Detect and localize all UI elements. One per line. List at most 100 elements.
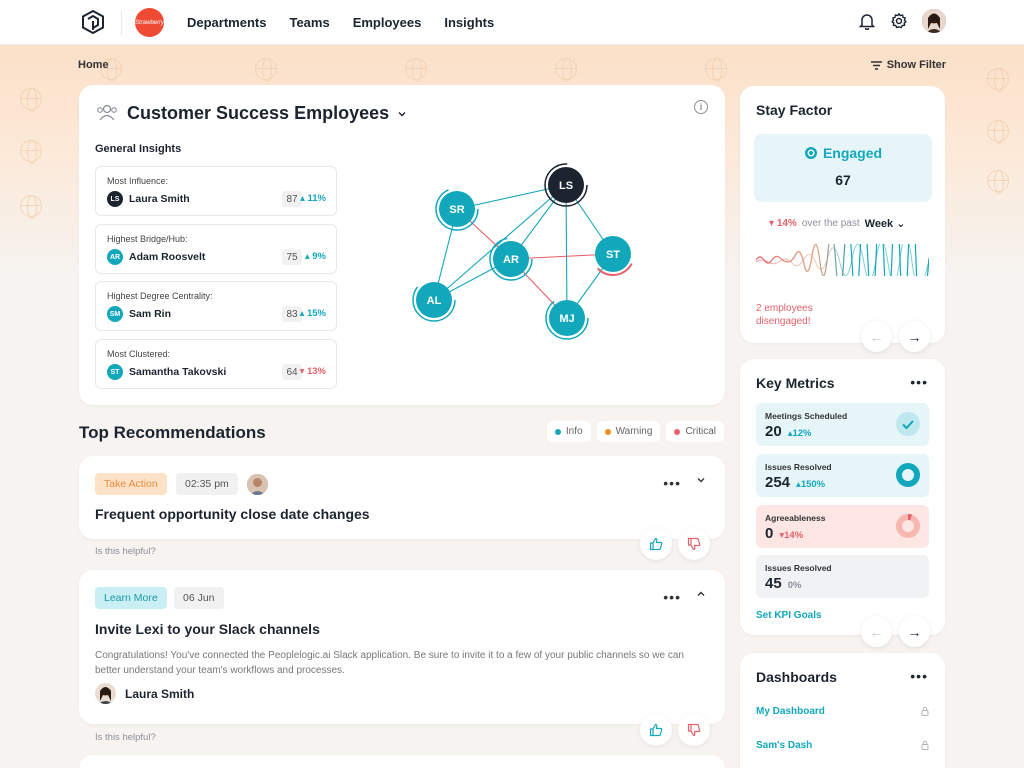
insight-label: Highest Degree Centrality:	[107, 291, 213, 301]
node-SR[interactable]: SR	[435, 187, 479, 231]
kpi-value-row: 254 ▴150%	[765, 474, 826, 491]
lock-icon	[921, 706, 929, 716]
thumbs-up-button[interactable]	[640, 528, 672, 560]
thumbs-down-button[interactable]	[678, 528, 710, 560]
chevron-down-icon[interactable]	[695, 474, 707, 486]
prev-button[interactable]: ←	[861, 616, 892, 647]
kpi-label: Meetings Scheduled	[765, 411, 848, 421]
globe-icon	[20, 140, 42, 164]
next-button[interactable]: →	[899, 616, 930, 647]
severity-legend: Info Warning Critical	[546, 421, 724, 442]
thumbs-down-icon	[687, 723, 701, 737]
insight-delta: ▴ 9%	[304, 251, 326, 262]
svg-text:AL: AL	[427, 295, 442, 307]
more-options-icon[interactable]: •••	[663, 475, 681, 491]
bell-icon[interactable]	[858, 12, 876, 30]
person-name: Samantha Takovski	[129, 366, 227, 378]
chevron-down-icon	[398, 111, 406, 116]
kpi-agreeableness[interactable]: Agreeableness 0 ▾14%	[756, 505, 929, 548]
node-AL[interactable]: AL	[412, 278, 456, 322]
breadcrumb[interactable]: Home	[78, 59, 109, 71]
dashboard-link[interactable]: My Dashboard	[756, 706, 929, 717]
node-ST[interactable]: ST	[591, 232, 635, 276]
recommendations-title: Top Recommendations	[79, 423, 266, 442]
insight-delta: ▴ 11%	[300, 193, 326, 204]
insight-delta: ▴ 15%	[299, 308, 326, 319]
engaged-icon	[804, 147, 817, 159]
dashboards-card: Dashboards ••• My Dashboard Sam's Dash	[740, 653, 945, 768]
svg-text:ST: ST	[606, 249, 620, 261]
chevron-up-icon[interactable]	[695, 588, 707, 600]
take-action-tag[interactable]: Take Action	[95, 473, 167, 495]
person-name: Sam Rin	[129, 308, 172, 320]
dashboard-link[interactable]: Sam's Dash	[756, 740, 929, 751]
kpi-issues-resolved[interactable]: Issues Resolved 254 ▴150%	[756, 454, 929, 497]
globe-icon	[987, 170, 1009, 194]
key-metrics-card: Key Metrics ••• Meetings Scheduled 20 ▴12…	[740, 359, 945, 647]
helpful-prompt: Is this helpful?	[95, 732, 156, 743]
arrow-right-icon: →	[907, 328, 922, 345]
show-filter-button[interactable]: Show Filter	[870, 59, 946, 71]
node-MJ[interactable]: MJ	[545, 296, 589, 340]
more-options-icon[interactable]: •••	[910, 374, 928, 390]
person-name: Adam Roosvelt	[129, 251, 206, 263]
assigned-person: Laura Smith	[95, 683, 194, 704]
thumbs-down-button[interactable]	[678, 714, 710, 746]
kpi-meetings-scheduled[interactable]: Meetings Scheduled 20 ▴12%	[756, 403, 929, 446]
node-LS[interactable]: LS	[544, 163, 588, 207]
recommendation-body: Congratulations! You've connected the Pe…	[95, 650, 684, 676]
kpi-label: Issues Resolved	[765, 462, 832, 472]
recommendation-title[interactable]: Invite Lexi to your Slack channels	[95, 621, 320, 637]
insight-label: Most Influence:	[107, 176, 169, 186]
globe-icon	[20, 88, 42, 112]
insight-degree-centrality[interactable]: Highest Degree Centrality: SM Sam Rin 83…	[95, 281, 337, 331]
next-button[interactable]: →	[899, 321, 930, 352]
dashboards-title: Dashboards	[756, 669, 837, 685]
insight-most-clustered[interactable]: Most Clustered: ST Samantha Takovski 64 …	[95, 339, 337, 389]
thumbs-up-button[interactable]	[640, 714, 672, 746]
more-options-icon[interactable]: •••	[910, 668, 928, 684]
set-kpi-goals-link[interactable]: Set KPI Goals	[756, 610, 822, 621]
avatar	[247, 474, 268, 495]
nav-teams[interactable]: Teams	[289, 15, 329, 30]
period-select[interactable]: Week ⌄	[865, 217, 906, 230]
kpi-value-row: 20 ▴12%	[765, 423, 812, 440]
kpi-issues-resolved-2[interactable]: Issues Resolved 45 0%	[756, 555, 929, 598]
key-metrics-title: Key Metrics	[756, 375, 835, 391]
nav-departments[interactable]: Departments	[187, 15, 266, 30]
learn-more-tag[interactable]: Learn More	[95, 587, 167, 609]
insight-person: ST Samantha Takovski	[107, 364, 226, 380]
insight-label: Highest Bridge/Hub:	[107, 234, 188, 244]
team-selector[interactable]: Customer Success Employees	[127, 103, 407, 124]
info-icon[interactable]: i	[694, 100, 708, 114]
network-graph[interactable]: LS SR AR ST AL MJ	[379, 155, 679, 385]
legend-critical[interactable]: Critical	[666, 421, 724, 442]
insight-person: LS Laura Smith	[107, 191, 190, 207]
legend-info[interactable]: Info	[546, 421, 591, 442]
nav-employees[interactable]: Employees	[353, 15, 422, 30]
user-avatar[interactable]	[922, 9, 946, 33]
globe-icon	[555, 58, 577, 82]
nav-insights[interactable]: Insights	[444, 15, 494, 30]
app-logo-icon[interactable]	[82, 10, 104, 34]
insight-bridge-hub[interactable]: Highest Bridge/Hub: AR Adam Roosvelt 75 …	[95, 224, 337, 274]
engagement-status: Engaged 67	[754, 134, 932, 202]
recommendation-card: Learn More 06 Jun ••• Invite Lexi to you…	[79, 570, 725, 724]
insight-label: Most Clustered:	[107, 349, 171, 359]
disengaged-alert[interactable]: 2 employees disengaged!	[756, 302, 846, 328]
recommendation-card: Take Action 02:35 pm ••• Frequent opport…	[79, 456, 725, 539]
recommendation-title[interactable]: Frequent opportunity close date changes	[95, 506, 370, 522]
main-nav: Departments Teams Employees Insights	[187, 0, 494, 45]
nav-divider	[121, 11, 122, 35]
gear-icon[interactable]	[890, 12, 908, 30]
prev-button[interactable]: ←	[861, 321, 892, 352]
insights-card: Customer Success Employees i General Ins…	[79, 85, 725, 405]
arrow-left-icon: ←	[869, 623, 884, 640]
brand-logo[interactable]: Strawberry	[135, 8, 164, 37]
insight-most-influence[interactable]: Most Influence: LS Laura Smith 87 ▴ 11%	[95, 166, 337, 216]
insight-person: AR Adam Roosvelt	[107, 249, 205, 265]
legend-warning[interactable]: Warning	[596, 421, 661, 442]
donut-icon	[896, 463, 920, 487]
node-AR[interactable]: AR	[489, 237, 533, 281]
more-options-icon[interactable]: •••	[663, 589, 681, 605]
